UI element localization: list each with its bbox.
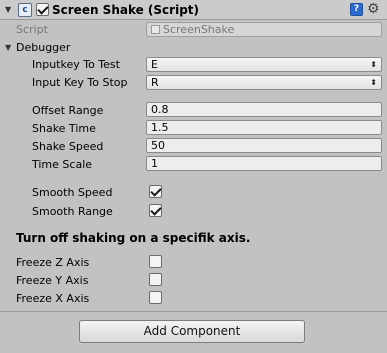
smooth-speed-label: Smooth Speed	[32, 186, 113, 199]
script-field[interactable]: ScreenShake	[146, 22, 382, 37]
axis-section-heading: Turn off shaking on a specifik axis.	[16, 231, 251, 245]
input-stop-label: Input Key To Stop	[32, 76, 128, 89]
dropdown-arrows-icon: ⬍	[370, 60, 377, 69]
input-test-value: E	[151, 58, 158, 71]
cs-script-icon: c	[18, 3, 32, 17]
input-test-label: Inputkey To Test	[32, 58, 120, 71]
input-stop-value: R	[151, 76, 159, 89]
script-label: Script	[16, 23, 48, 36]
inspector-panel: ▼ c Screen Shake (Script) ? ⚙ Script Scr…	[0, 0, 387, 353]
divider	[0, 311, 387, 312]
shake-speed-label: Shake Speed	[32, 140, 104, 153]
input-stop-dropdown[interactable]: R ⬍	[146, 75, 382, 90]
smooth-range-checkbox[interactable]	[149, 204, 162, 217]
shake-speed-input[interactable]: 50	[146, 138, 382, 153]
debugger-foldout-label[interactable]: Debugger	[16, 41, 70, 54]
smooth-range-label: Smooth Range	[32, 205, 113, 218]
help-book-icon[interactable]: ?	[350, 3, 363, 16]
shake-time-input[interactable]: 1.5	[146, 120, 382, 135]
input-test-dropdown[interactable]: E ⬍	[146, 57, 382, 72]
debugger-fold-arrow-icon[interactable]: ▼	[5, 43, 11, 52]
freeze-y-checkbox[interactable]	[149, 273, 162, 286]
shake-time-label: Shake Time	[32, 122, 96, 135]
dropdown-arrows-icon: ⬍	[370, 78, 377, 87]
component-title: Screen Shake (Script)	[52, 3, 200, 17]
freeze-x-checkbox[interactable]	[149, 291, 162, 304]
smooth-speed-checkbox[interactable]	[149, 185, 162, 198]
freeze-y-label: Freeze Y Axis	[16, 274, 89, 287]
freeze-z-checkbox[interactable]	[149, 255, 162, 268]
component-header[interactable]: ▼ c Screen Shake (Script) ? ⚙	[0, 0, 387, 20]
freeze-z-label: Freeze Z Axis	[16, 256, 90, 269]
time-scale-label: Time Scale	[32, 158, 93, 171]
script-value: ScreenShake	[163, 23, 235, 36]
fold-arrow-icon[interactable]: ▼	[5, 5, 11, 14]
freeze-x-label: Freeze X Axis	[16, 292, 90, 305]
component-enabled-checkbox[interactable]	[36, 3, 49, 16]
offset-range-input[interactable]: 0.8	[146, 102, 382, 117]
time-scale-input[interactable]: 1	[146, 156, 382, 171]
gear-icon[interactable]: ⚙	[367, 1, 380, 17]
add-component-button[interactable]: Add Component	[79, 320, 305, 343]
script-asset-icon	[151, 25, 160, 34]
offset-range-label: Offset Range	[32, 104, 104, 117]
